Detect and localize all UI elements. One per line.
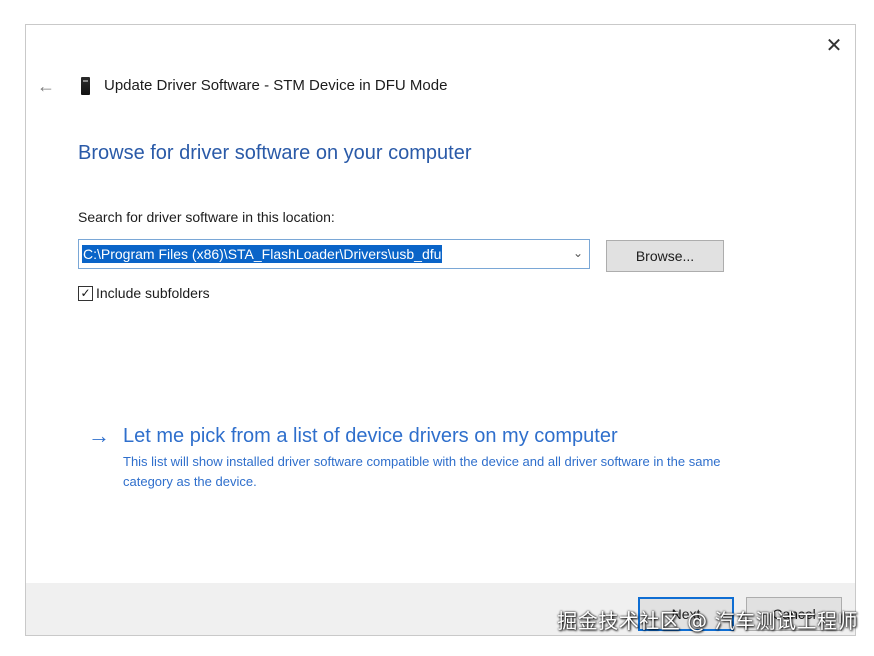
back-arrow-icon[interactable]: ←	[34, 75, 58, 97]
driver-path-value[interactable]: C:\Program Files (x86)\STA_FlashLoader\D…	[82, 245, 443, 263]
usb-device-icon	[81, 77, 90, 95]
update-driver-dialog: ✕ ← Update Driver Software - STM Device …	[25, 24, 856, 636]
right-arrow-icon[interactable]: →	[88, 423, 110, 449]
search-location-label: Search for driver software in this locat…	[78, 209, 335, 225]
watermark-text: 掘金技术社区 @ 汽车测试工程师	[557, 609, 858, 633]
driver-path-combobox[interactable]: C:\Program Files (x86)\STA_FlashLoader\D…	[78, 239, 590, 269]
pick-from-list-description: This list will show installed driver sof…	[123, 454, 721, 489]
window-title: Update Driver Software - STM Device in D…	[104, 77, 448, 94]
chevron-down-icon[interactable]: ⌄	[573, 246, 583, 260]
page-heading: Browse for driver software on your compu…	[78, 142, 472, 164]
browse-button[interactable]: Browse...	[606, 240, 724, 272]
include-subfolders-checkbox[interactable]: ✓	[78, 285, 93, 301]
close-icon[interactable]: ✕	[819, 31, 849, 59]
include-subfolders-row[interactable]: ✓ Include subfolders	[78, 285, 210, 301]
pick-from-list-link[interactable]: Let me pick from a list of device driver…	[123, 425, 618, 448]
include-subfolders-label[interactable]: Include subfolders	[96, 285, 210, 301]
